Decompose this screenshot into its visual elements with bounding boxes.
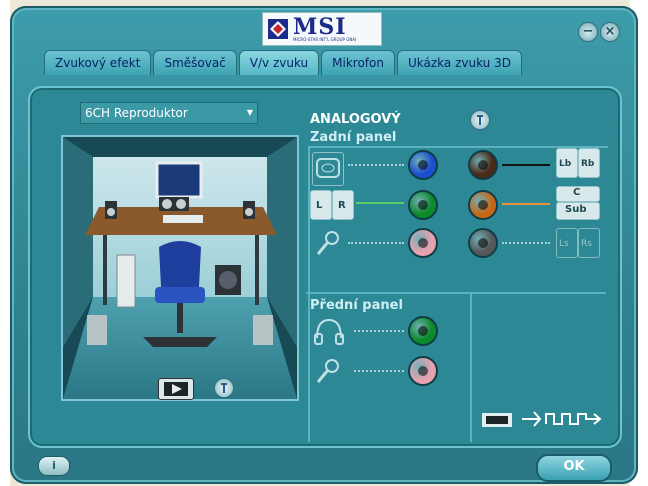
line-in-device-icon — [312, 152, 344, 186]
rear-green-jack[interactable] — [408, 190, 438, 220]
rear-blue-jack[interactable] — [408, 150, 438, 180]
line-in-cable — [348, 164, 404, 169]
play-test-button[interactable] — [158, 378, 194, 400]
front-panel-label: Přední panel — [310, 298, 403, 313]
center-speaker-icon: C — [556, 186, 600, 202]
speaker-config-value: 6CH Reproduktor — [85, 106, 188, 120]
chevron-down-icon: ▼ — [246, 108, 253, 117]
wrench-icon — [477, 115, 483, 125]
subwoofer-label: Sub — [565, 204, 587, 215]
ok-button[interactable]: OK — [536, 454, 612, 482]
title-bar: MSI MICRO-STAR INT'L GROUP GNAI − × — [10, 6, 638, 50]
headphones-cable — [354, 330, 404, 335]
front-mic-icon — [312, 356, 342, 388]
rear-right-speaker-icon: Rb — [578, 148, 600, 178]
front-right-speaker-label: R — [338, 200, 346, 211]
tab-bar: Zvukový efekt Směšovač V/v zvuku Mikrofo… — [44, 50, 524, 76]
mic-in-cable — [348, 242, 404, 247]
rear-gray-jack[interactable] — [468, 228, 498, 258]
rear-speaker-cable — [502, 164, 550, 169]
front-pink-jack[interactable] — [408, 356, 438, 386]
tab-audio-io[interactable]: V/v zvuku — [238, 50, 320, 75]
room-scene-icon — [63, 137, 297, 399]
rear-right-speaker-label: Rb — [581, 159, 595, 169]
wrench-icon — [221, 383, 227, 393]
headphones-icon — [312, 316, 346, 348]
front-left-speaker-label: L — [316, 200, 323, 211]
tab-sound-effect[interactable]: Zvukový efekt — [44, 50, 152, 75]
side-speaker-cable — [502, 242, 550, 247]
tab-microphone[interactable]: Mikrofon — [321, 50, 395, 75]
analog-title: ANALOGOVÝ — [310, 112, 401, 127]
rear-left-speaker-label: Lb — [559, 159, 572, 169]
center-speaker-label: C — [573, 187, 581, 198]
side-right-speaker-icon: Rs — [578, 228, 600, 258]
rear-pink-jack[interactable] — [408, 228, 438, 258]
msi-logo: MSI MICRO-STAR INT'L GROUP GNAI — [262, 12, 382, 46]
rear-brown-jack[interactable] — [468, 150, 498, 180]
front-mic-cable — [354, 370, 404, 375]
speaker-room-illustration — [61, 135, 299, 401]
side-left-speaker-icon: Ls — [556, 228, 578, 258]
subwoofer-icon: Sub — [556, 202, 600, 220]
background-window-left — [0, 0, 10, 486]
front-right-speaker-icon: R — [332, 190, 354, 220]
digital-signal-icon — [520, 406, 602, 432]
mic-in-device-icon — [312, 228, 342, 260]
panel-divider-mid — [306, 292, 606, 294]
brand-name: MSI — [293, 14, 347, 40]
close-icon: × — [604, 24, 616, 39]
info-icon: i — [52, 459, 56, 472]
front-left-speaker-icon: L — [310, 190, 332, 220]
tab-mixer[interactable]: Směšovač — [153, 50, 237, 75]
close-button[interactable]: × — [600, 22, 620, 42]
speaker-config-select[interactable]: 6CH Reproduktor ▼ — [80, 102, 258, 124]
info-button[interactable]: i — [38, 456, 70, 476]
analog-help-button[interactable] — [470, 110, 490, 130]
rear-orange-jack[interactable] — [468, 190, 498, 220]
room-help-button[interactable] — [214, 378, 234, 398]
msi-emblem-icon — [268, 19, 288, 39]
center-sub-cable — [502, 203, 550, 208]
brand-subtitle: MICRO-STAR INT'L GROUP GNAI — [293, 37, 357, 42]
audio-io-panel: 6CH Reproduktor ▼ ANALOGOVÝ Zadní panel … — [28, 86, 622, 448]
rear-panel-label: Zadní panel — [310, 130, 397, 145]
minimize-icon: − — [582, 24, 594, 39]
front-speaker-cable — [356, 202, 404, 207]
minimize-button[interactable]: − — [578, 22, 598, 42]
front-green-jack[interactable] — [408, 316, 438, 346]
side-left-speaker-label: Ls — [559, 239, 569, 249]
tab-3d-demo[interactable]: Ukázka zvuku 3D — [396, 50, 522, 75]
play-icon — [164, 382, 188, 396]
rear-left-speaker-icon: Lb — [556, 148, 578, 178]
side-right-speaker-label: Rs — [581, 239, 592, 249]
panel-divider-vertical — [470, 292, 472, 442]
msi-audio-window: MSI MICRO-STAR INT'L GROUP GNAI − × Zvuk… — [10, 6, 638, 484]
spdif-port-icon — [480, 410, 514, 430]
